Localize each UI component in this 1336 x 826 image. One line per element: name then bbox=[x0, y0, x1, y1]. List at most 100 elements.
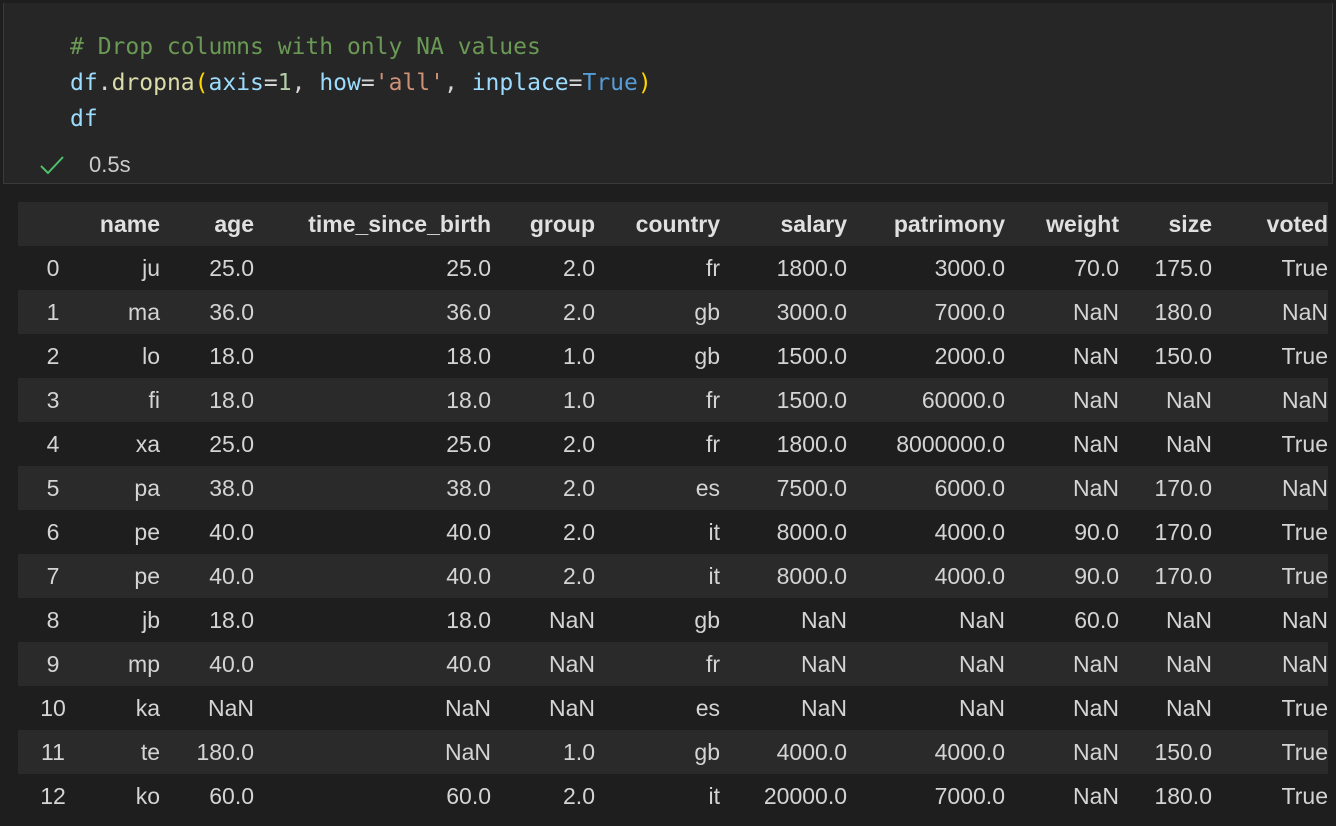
column-header: size bbox=[1119, 202, 1212, 246]
row-index: 12 bbox=[40, 782, 66, 809]
table-cell: gb bbox=[694, 342, 720, 369]
table-cell: 40.0 bbox=[209, 562, 254, 589]
table-cell: 40.0 bbox=[446, 518, 491, 545]
code-line: # Drop columns with only NA values bbox=[70, 29, 652, 65]
table-cell: NaN bbox=[800, 694, 847, 721]
table-cell: NaN bbox=[800, 606, 847, 633]
table-row: 5 pa 38.0 38.0 2.0 es 7500.0 6000.0 NaN 170.0 NaN bbox=[18, 466, 1328, 510]
table-row: 11 te 180.0 NaN 1.0 gb 4000.0 4000.0 NaN 150.0 Tru… bbox=[18, 730, 1328, 774]
table-cell: 40.0 bbox=[446, 650, 491, 677]
code-line: df.dropna(axis=1, how='all', inplace=Tru… bbox=[70, 65, 652, 101]
table-cell: 36.0 bbox=[209, 298, 254, 325]
code-editor[interactable]: # Drop columns with only NA values df.dro… bbox=[70, 29, 652, 137]
column-header: salary bbox=[720, 202, 847, 246]
table-cell: NaN bbox=[1281, 474, 1328, 501]
code-token: axis bbox=[208, 70, 264, 96]
table-row: 12 ko 60.0 60.0 2.0 it 20000.0 7000.0 NaN 180.0 Tr… bbox=[18, 774, 1328, 818]
table-cell: NaN bbox=[1072, 298, 1119, 325]
table-cell: 18.0 bbox=[446, 606, 491, 633]
column-header: patrimony bbox=[847, 202, 1005, 246]
code-token: = bbox=[263, 70, 278, 96]
table-cell: NaN bbox=[1072, 430, 1119, 457]
column-header: country bbox=[595, 202, 720, 246]
table-cell: 1800.0 bbox=[776, 430, 847, 457]
row-index: 4 bbox=[46, 430, 60, 457]
table-cell: gb bbox=[694, 606, 720, 633]
code-token: 'all' bbox=[374, 70, 444, 96]
row-index: 0 bbox=[46, 254, 60, 281]
column-header: voted bbox=[1212, 202, 1328, 246]
row-index: 10 bbox=[40, 694, 66, 721]
column-header: time_since_birth bbox=[254, 202, 491, 246]
code-token: 1 bbox=[277, 70, 292, 96]
table-header-row: name age time_since_birth group country salar… bbox=[18, 202, 1328, 246]
table-cell: 4000.0 bbox=[934, 738, 1005, 765]
table-cell: True bbox=[1281, 782, 1328, 809]
code-token: how bbox=[319, 70, 361, 96]
table-cell: 2000.0 bbox=[934, 342, 1005, 369]
table-cell: NaN bbox=[1281, 650, 1328, 677]
notebook-page: # Drop columns with only NA values df.dro… bbox=[0, 0, 1336, 826]
table-cell: 170.0 bbox=[1154, 518, 1212, 545]
row-index: 6 bbox=[46, 518, 60, 545]
table-row: 9 mp 40.0 40.0 NaN fr NaN NaN NaN NaN NaN bbox=[18, 642, 1328, 686]
table-cell: it bbox=[708, 782, 721, 809]
table-cell: NaN bbox=[1072, 650, 1119, 677]
code-cell[interactable]: # Drop columns with only NA values df.dro… bbox=[3, 3, 1333, 184]
table-cell: 175.0 bbox=[1154, 254, 1212, 281]
table-cell: it bbox=[708, 562, 721, 589]
code-token: df bbox=[70, 70, 98, 96]
table-cell: 180.0 bbox=[1154, 298, 1212, 325]
code-token: inplace bbox=[471, 70, 569, 96]
table-cell: fr bbox=[705, 430, 720, 457]
code-token: = bbox=[360, 70, 375, 96]
table-cell: ju bbox=[142, 254, 160, 281]
table-cell: True bbox=[1281, 518, 1328, 545]
table-cell: 25.0 bbox=[446, 254, 491, 281]
table-cell: NaN bbox=[1165, 606, 1212, 633]
table-cell: NaN bbox=[1072, 782, 1119, 809]
table-cell: 2.0 bbox=[563, 562, 595, 589]
table-cell: NaN bbox=[548, 606, 595, 633]
table-cell: 25.0 bbox=[209, 430, 254, 457]
table-row: 3 fi 18.0 18.0 1.0 fr 1500.0 60000.0 NaN NaN NaN bbox=[18, 378, 1328, 422]
table-cell: 25.0 bbox=[209, 254, 254, 281]
table-cell: True bbox=[1281, 254, 1328, 281]
table-cell: NaN bbox=[1072, 694, 1119, 721]
table-cell: 7000.0 bbox=[934, 782, 1005, 809]
table-cell: pa bbox=[134, 474, 160, 501]
table-cell: 2.0 bbox=[563, 298, 595, 325]
table-cell: NaN bbox=[958, 650, 1005, 677]
table-cell: 40.0 bbox=[209, 650, 254, 677]
table-cell: 2.0 bbox=[563, 782, 595, 809]
table-cell: NaN bbox=[1281, 606, 1328, 633]
table-cell: ka bbox=[135, 694, 160, 721]
table-cell: 6000.0 bbox=[934, 474, 1005, 501]
code-token: = bbox=[568, 70, 583, 96]
code-line: df bbox=[70, 101, 652, 137]
code-token: True bbox=[582, 70, 638, 96]
table-cell: fr bbox=[705, 650, 720, 677]
table-cell: 40.0 bbox=[446, 562, 491, 589]
table-cell: NaN bbox=[1281, 386, 1328, 413]
table-cell: NaN bbox=[444, 694, 491, 721]
table-cell: 18.0 bbox=[209, 606, 254, 633]
code-token: df bbox=[70, 106, 98, 132]
table-cell: es bbox=[695, 474, 720, 501]
table-cell: 8000.0 bbox=[776, 518, 847, 545]
table-cell: pe bbox=[134, 518, 160, 545]
row-index: 8 bbox=[46, 606, 60, 633]
row-index: 7 bbox=[46, 562, 60, 589]
table-row: 10 ka NaN NaN NaN es NaN NaN NaN NaN True bbox=[18, 686, 1328, 730]
table-cell: NaN bbox=[1072, 738, 1119, 765]
code-token: # Drop columns with only NA values bbox=[70, 34, 541, 60]
table-cell: fi bbox=[148, 386, 161, 413]
table-cell: 70.0 bbox=[1074, 254, 1119, 281]
row-index: 11 bbox=[41, 738, 65, 765]
table-cell: True bbox=[1281, 342, 1328, 369]
column-header: name bbox=[88, 202, 160, 246]
table-cell: 2.0 bbox=[563, 474, 595, 501]
table-row: 7 pe 40.0 40.0 2.0 it 8000.0 4000.0 90.0 170.0 Tru… bbox=[18, 554, 1328, 598]
row-index: 2 bbox=[46, 342, 60, 369]
table-cell: 20000.0 bbox=[763, 782, 847, 809]
